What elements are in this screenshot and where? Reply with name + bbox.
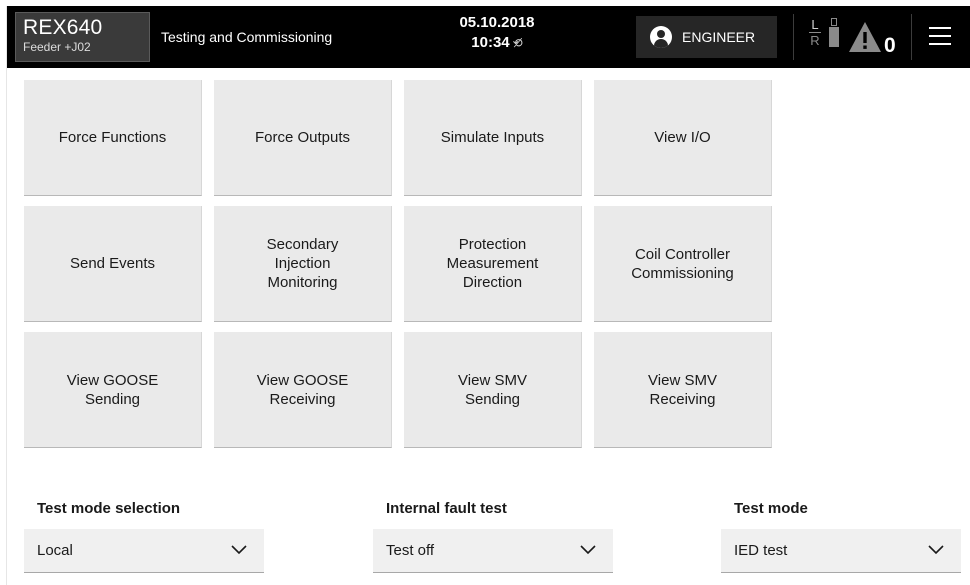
- test-mode-value: IED test: [734, 542, 788, 559]
- tile-view-smv-receiving[interactable]: View SMV Receiving: [594, 332, 772, 448]
- internal-fault-test-label: Internal fault test: [386, 500, 507, 517]
- header-divider: [793, 14, 794, 60]
- tile-secondary-injection-monitoring[interactable]: Secondary Injection Monitoring: [214, 206, 392, 322]
- warning-icon[interactable]: [847, 20, 883, 54]
- test-mode-selection-value: Local: [37, 542, 73, 559]
- user-icon: [650, 26, 672, 48]
- chevron-down-icon: [580, 545, 596, 555]
- sync-off-icon: ⟲̸: [512, 36, 523, 50]
- function-tiles: Force Functions Force Outputs Simulate I…: [24, 80, 772, 448]
- app-frame: REX640 Feeder +J02 Testing and Commissio…: [6, 6, 970, 585]
- test-mode-label: Test mode: [734, 500, 808, 517]
- tile-view-goose-sending[interactable]: View GOOSE Sending: [24, 332, 202, 448]
- local-indicator: L: [809, 17, 821, 33]
- test-mode-selection-label: Test mode selection: [37, 500, 181, 517]
- tile-send-events[interactable]: Send Events: [24, 206, 202, 322]
- test-mode-dropdown[interactable]: IED test: [721, 529, 961, 573]
- remote-indicator: R: [810, 33, 820, 48]
- chevron-down-icon: [231, 545, 247, 555]
- date-time: 05.10.2018 10:34 ⟲̸: [437, 13, 557, 53]
- app-title: Testing and Commissioning: [161, 29, 333, 45]
- tile-simulate-inputs[interactable]: Simulate Inputs: [404, 80, 582, 196]
- internal-fault-test-value: Test off: [386, 542, 435, 559]
- internal-fault-test-dropdown[interactable]: Test off: [373, 529, 613, 573]
- tile-view-smv-sending[interactable]: View SMV Sending: [404, 332, 582, 448]
- test-mode-selection-dropdown[interactable]: Local: [24, 529, 264, 573]
- tile-view-io[interactable]: View I/O: [594, 80, 772, 196]
- device-name: REX640: [23, 16, 103, 39]
- tile-protection-measurement-direction[interactable]: Protection Measurement Direction: [404, 206, 582, 322]
- tile-force-functions[interactable]: Force Functions: [24, 80, 202, 196]
- device-identity[interactable]: REX640 Feeder +J02: [15, 12, 150, 62]
- date-readout: 05.10.2018: [459, 14, 535, 31]
- usb-icon: [829, 18, 839, 54]
- warning-count: 0: [884, 34, 896, 57]
- tile-view-goose-receiving[interactable]: View GOOSE Receiving: [214, 332, 392, 448]
- header-divider: [911, 14, 912, 60]
- chevron-down-icon: [928, 545, 944, 555]
- device-location: Feeder +J02: [23, 40, 91, 54]
- local-remote-indicator: L R: [809, 17, 821, 48]
- user-button[interactable]: ENGINEER: [636, 16, 777, 58]
- hamburger-menu-icon[interactable]: [925, 22, 955, 50]
- user-role: ENGINEER: [682, 29, 756, 45]
- tile-force-outputs[interactable]: Force Outputs: [214, 80, 392, 196]
- time-readout: 10:34: [471, 34, 510, 51]
- tile-coil-controller-commissioning[interactable]: Coil Controller Commissioning: [594, 206, 772, 322]
- top-bar: REX640 Feeder +J02 Testing and Commissio…: [7, 6, 970, 68]
